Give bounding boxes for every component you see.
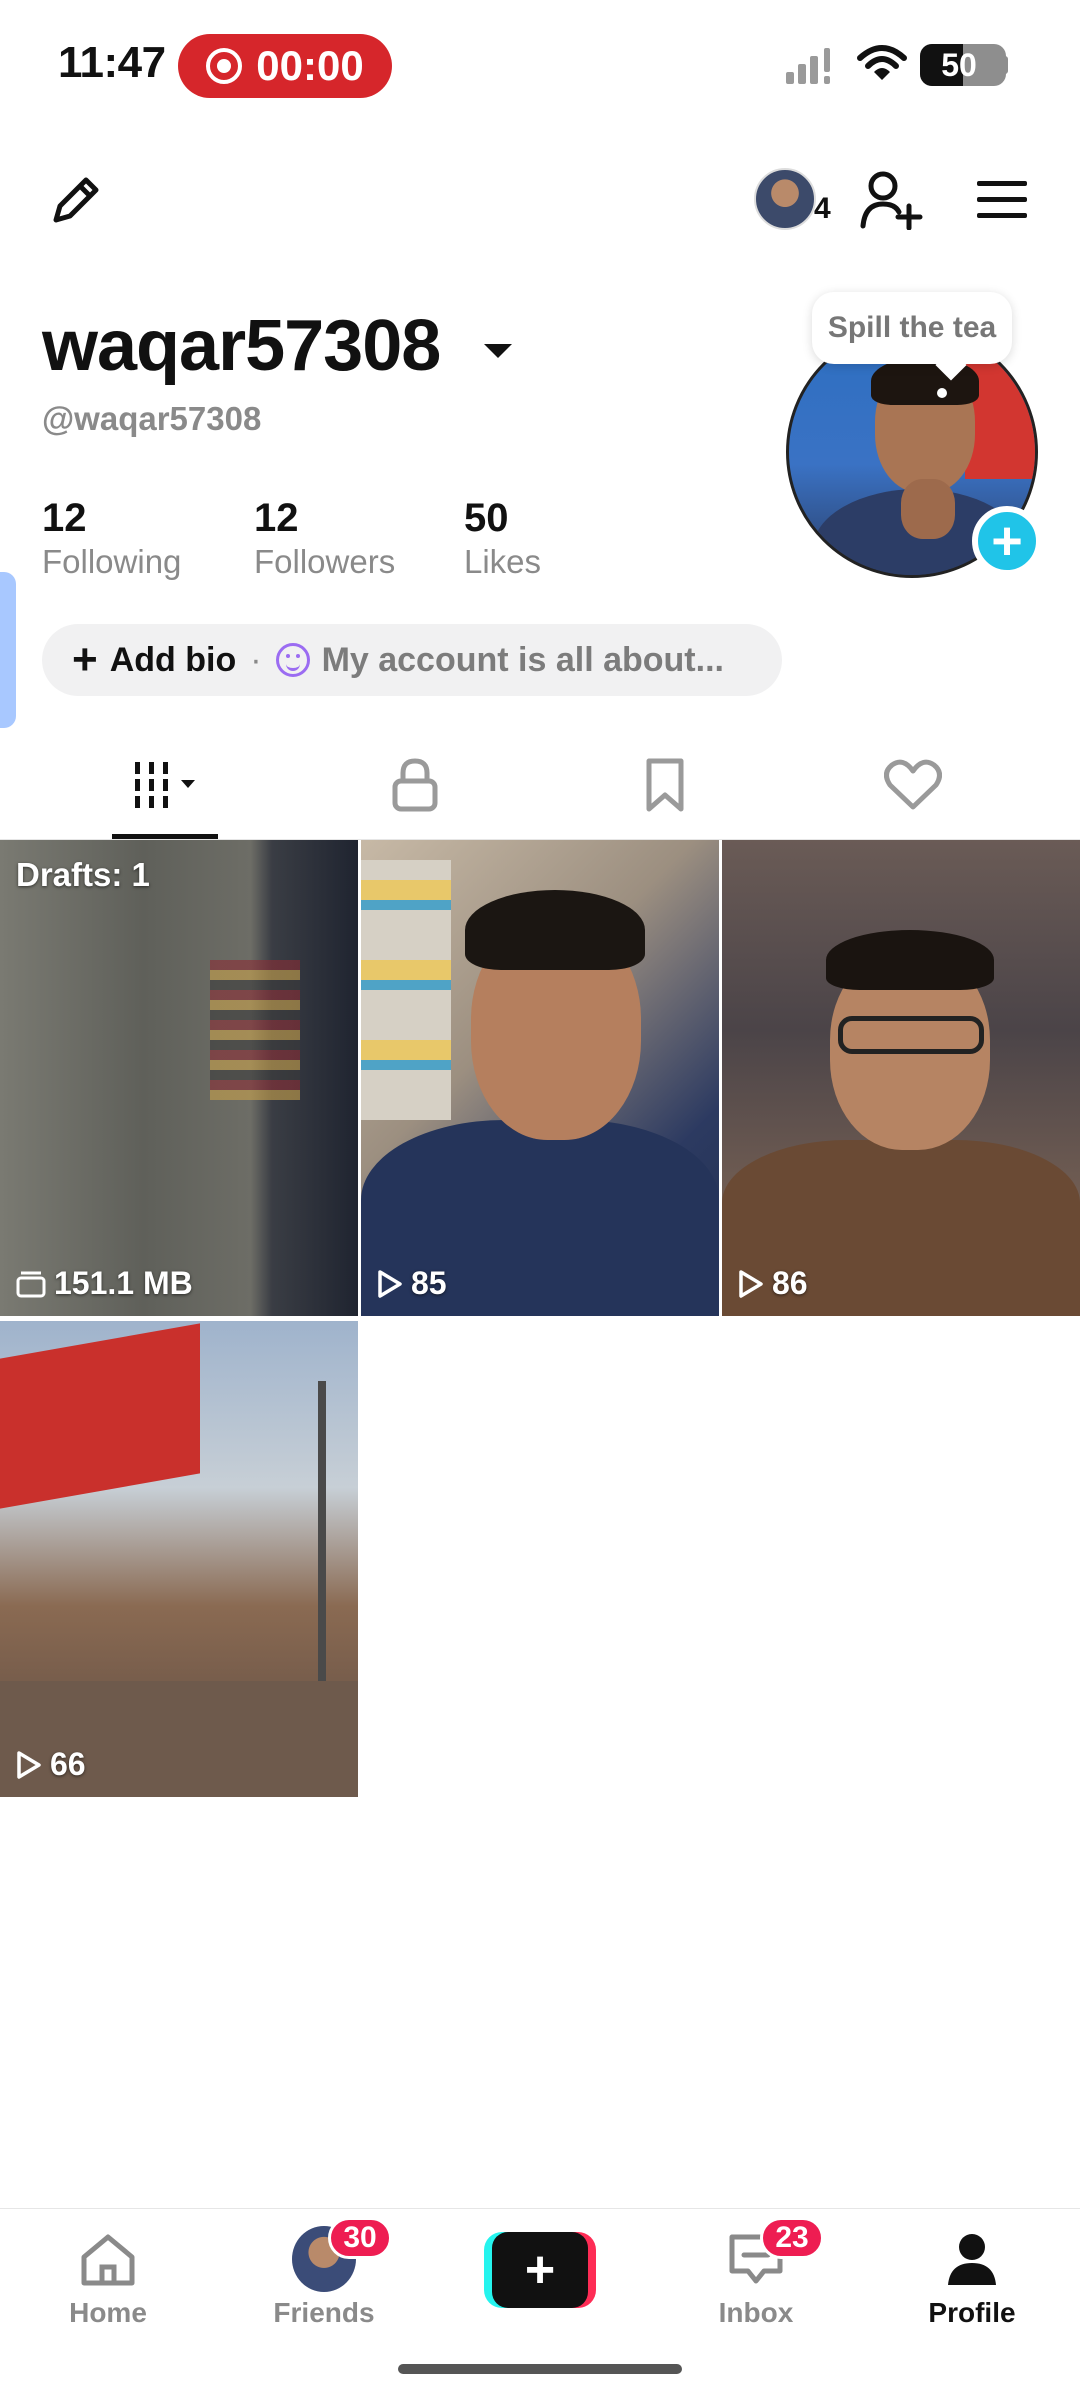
edit-profile-button[interactable] bbox=[40, 164, 112, 236]
stat-label: Following bbox=[42, 543, 182, 580]
draft-tile[interactable]: Drafts: 1 151.1 MB bbox=[0, 840, 358, 1316]
tab-saved[interactable] bbox=[530, 730, 800, 840]
nav-label: Profile bbox=[928, 2297, 1016, 2328]
note-bubble[interactable]: Spill the tea bbox=[812, 292, 1012, 364]
user-handle: @waqar57308 bbox=[42, 400, 262, 437]
add-friend-button[interactable] bbox=[856, 164, 928, 236]
status-time: 11:47 bbox=[58, 38, 166, 87]
friends-badge: 30 bbox=[328, 2217, 392, 2259]
username[interactable]: waqar57308 bbox=[42, 305, 441, 387]
view-count: 85 bbox=[411, 1265, 447, 1301]
wifi-icon bbox=[857, 45, 907, 80]
stat-value: 12 bbox=[254, 496, 299, 540]
nav-home[interactable]: Home bbox=[8, 2227, 208, 2347]
status-bar: 11:47 00:00 50 bbox=[0, 0, 1080, 130]
home-indicator[interactable] bbox=[398, 2364, 682, 2374]
story-count: 4 bbox=[814, 192, 831, 225]
home-icon bbox=[81, 2234, 135, 2286]
smiley-icon bbox=[275, 643, 310, 677]
drafts-icon bbox=[16, 1271, 46, 1297]
add-person-icon bbox=[860, 171, 923, 230]
lock-icon bbox=[392, 758, 438, 812]
stat-followers[interactable]: 12 Followers bbox=[254, 496, 395, 581]
battery-indicator: 50 bbox=[920, 44, 1006, 86]
grid-icon bbox=[135, 762, 195, 808]
tab-private[interactable] bbox=[280, 730, 550, 840]
pencil-icon bbox=[53, 177, 99, 223]
tile-stat: 151.1 MB bbox=[16, 1265, 193, 1302]
menu-button[interactable] bbox=[966, 164, 1038, 236]
note-indicator-dot bbox=[937, 388, 947, 398]
drafts-label: Drafts: 1 bbox=[16, 856, 150, 893]
account-switch-caret-icon[interactable] bbox=[484, 344, 512, 358]
plus-icon: + bbox=[492, 2232, 588, 2308]
battery-percent: 50 bbox=[941, 46, 977, 83]
nav-label: Inbox bbox=[718, 2297, 794, 2328]
stat-following[interactable]: 12 Following bbox=[42, 496, 181, 581]
nav-label: Home bbox=[69, 2297, 147, 2328]
active-tab-indicator bbox=[112, 834, 218, 839]
add-story-button[interactable]: + bbox=[972, 506, 1042, 576]
play-icon bbox=[17, 1750, 41, 1779]
battery-tip bbox=[1002, 56, 1008, 74]
nav-profile[interactable]: Profile bbox=[872, 2227, 1072, 2347]
inbox-badge: 23 bbox=[760, 2217, 824, 2259]
tile-stat: 86 bbox=[738, 1265, 808, 1302]
screen-recording-indicator[interactable]: 00:00 bbox=[178, 34, 392, 98]
bio-hint: My account is all about... bbox=[321, 640, 724, 679]
tile-size: 151.1 MB bbox=[54, 1265, 193, 1301]
play-icon bbox=[378, 1269, 402, 1298]
hamburger-icon bbox=[977, 181, 1027, 218]
bookmark-icon bbox=[646, 758, 684, 812]
stat-value: 50 bbox=[464, 496, 509, 540]
tile-stat: 66 bbox=[16, 1746, 86, 1783]
play-icon bbox=[739, 1269, 763, 1298]
tab-videos[interactable] bbox=[30, 730, 300, 840]
create-button[interactable]: + bbox=[484, 2232, 596, 2308]
tab-liked[interactable] bbox=[778, 730, 1048, 840]
nav-inbox[interactable]: 23 Inbox bbox=[656, 2217, 856, 2347]
video-tile[interactable]: 66 bbox=[0, 1321, 358, 1797]
stat-label: Likes bbox=[464, 543, 542, 580]
video-tile[interactable]: 86 bbox=[722, 840, 1080, 1316]
recording-timer: 00:00 bbox=[256, 42, 364, 89]
bio-separator: · bbox=[250, 640, 262, 679]
plus-icon: + bbox=[72, 635, 98, 684]
add-bio-button[interactable]: + Add bio · My account is all about... bbox=[42, 624, 782, 696]
nav-friends[interactable]: 30 Friends bbox=[224, 2217, 424, 2347]
video-tile[interactable]: 85 bbox=[361, 840, 719, 1316]
side-handle[interactable] bbox=[0, 572, 16, 728]
stat-value: 12 bbox=[42, 496, 87, 540]
view-count: 86 bbox=[772, 1265, 808, 1301]
stat-likes[interactable]: 50 Likes bbox=[464, 496, 541, 581]
add-bio-label: Add bio bbox=[109, 640, 237, 679]
story-viewers-button[interactable]: 4 bbox=[754, 168, 838, 238]
content-tabs bbox=[0, 730, 1080, 840]
record-icon bbox=[206, 48, 243, 84]
heart-icon bbox=[884, 759, 942, 810]
view-count: 66 bbox=[50, 1746, 86, 1782]
nav-label: Friends bbox=[273, 2297, 375, 2328]
stat-label: Followers bbox=[254, 543, 396, 580]
signal-icon bbox=[786, 48, 830, 84]
profile-icon bbox=[948, 2234, 996, 2285]
story-avatar bbox=[754, 168, 816, 230]
tile-stat: 85 bbox=[377, 1265, 447, 1302]
